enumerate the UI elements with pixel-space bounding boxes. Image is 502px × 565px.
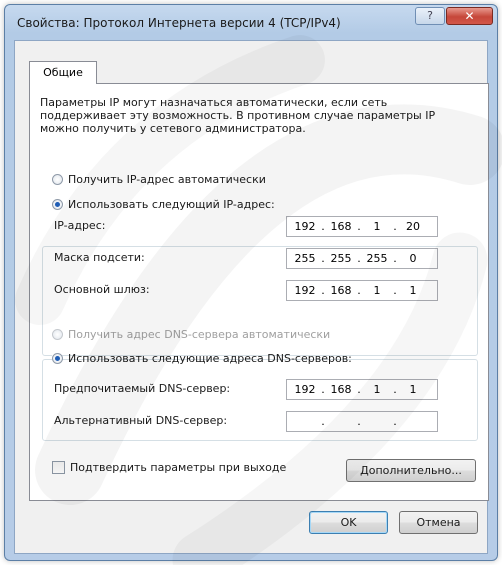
default-gateway-label: Основной шлюз: [54,283,150,296]
title-bar[interactable]: Свойства: Протокол Интернета версии 4 (T… [5,5,497,39]
ok-button[interactable]: OK [309,511,388,534]
octet-separator: . [393,220,397,233]
question-mark-icon: ? [427,9,433,22]
radio-ip-auto-label: Получить IP-адрес автоматически [68,173,266,186]
radio-ip-manual-circle[interactable] [52,199,63,210]
validate-settings-checkbox-box[interactable] [52,461,65,474]
subnet-mask-octet-2: 255 [330,252,352,265]
radio-ip-auto-circle[interactable] [52,174,63,185]
dialog-client-area: Общие Параметры IP могут назначаться авт… [14,40,489,554]
default-gateway-octet-1: 192 [294,284,316,297]
validate-settings-label: Подтвердить параметры при выходе [70,461,287,474]
description-text: Параметры IP могут назначаться автоматич… [40,96,436,135]
radio-dns-manual[interactable]: Использовать следующие адреса DNS-сервер… [52,351,352,367]
subnet-mask-octet-4: 0 [409,252,417,265]
alternate-dns-field[interactable]: . . . [286,411,438,432]
default-gateway-field[interactable]: 192 . 168 . 1 . 1 [286,280,438,301]
tab-general[interactable]: Общие [29,61,97,84]
ip-address-field[interactable]: 192 . 168 . 1 . 20 [286,216,438,237]
alternate-dns-label: Альтернативный DNS-сервер: [54,414,228,427]
radio-dns-auto-label: Получить адрес DNS-сервера автоматически [68,328,331,341]
subnet-mask-octet-1: 255 [294,252,316,265]
octet-separator: . [357,252,361,265]
ip-address-octet-4: 20 [406,220,420,233]
preferred-dns-label: Предпочитаемый DNS-сервер: [54,382,231,395]
radio-dns-auto-circle[interactable] [52,329,63,340]
radio-ip-manual[interactable]: Использовать следующий IP-адрес: [52,197,275,213]
cancel-button[interactable]: Отмена [399,511,478,534]
subnet-mask-field[interactable]: 255 . 255 . 255 . 0 [286,248,438,269]
preferred-dns-octet-2: 168 [330,383,352,396]
octet-separator: . [357,284,361,297]
advanced-button[interactable]: Дополнительно... [346,459,476,482]
subnet-mask-label: Маска подсети: [54,251,145,264]
radio-dns-manual-circle[interactable] [52,353,63,364]
help-button[interactable]: ? [415,7,445,25]
octet-separator: . [393,252,397,265]
octet-separator: . [321,252,325,265]
octet-separator: . [321,415,325,428]
ip-address-label: IP-адрес: [54,219,106,232]
ip-address-octet-2: 168 [330,220,352,233]
subnet-mask-octet-3: 255 [366,252,388,265]
dialog-window: Свойства: Протокол Интернета версии 4 (T… [4,4,498,561]
preferred-dns-octet-4: 1 [409,383,417,396]
close-icon: ✕ [464,9,475,23]
octet-separator: . [357,415,361,428]
tab-panel-general: Параметры IP могут назначаться автоматич… [29,83,489,501]
octet-separator: . [393,284,397,297]
close-button[interactable]: ✕ [446,7,493,25]
octet-separator: . [393,383,397,396]
preferred-dns-octet-3: 1 [373,383,381,396]
default-gateway-octet-2: 168 [330,284,352,297]
window-title: Свойства: Протокол Интернета версии 4 (T… [17,16,341,30]
preferred-dns-octet-1: 192 [294,383,316,396]
octet-separator: . [357,383,361,396]
default-gateway-octet-3: 1 [373,284,381,297]
preferred-dns-field[interactable]: 192 . 168 . 1 . 1 [286,379,438,400]
default-gateway-octet-4: 1 [409,284,417,297]
radio-ip-manual-label: Использовать следующий IP-адрес: [68,198,275,211]
ip-address-octet-3: 1 [373,220,381,233]
octet-separator: . [321,220,325,233]
octet-separator: . [357,220,361,233]
radio-dns-manual-label: Использовать следующие адреса DNS-сервер… [68,352,352,365]
octet-separator: . [321,284,325,297]
octet-separator: . [393,415,397,428]
octet-separator: . [321,383,325,396]
ip-address-octet-1: 192 [294,220,316,233]
